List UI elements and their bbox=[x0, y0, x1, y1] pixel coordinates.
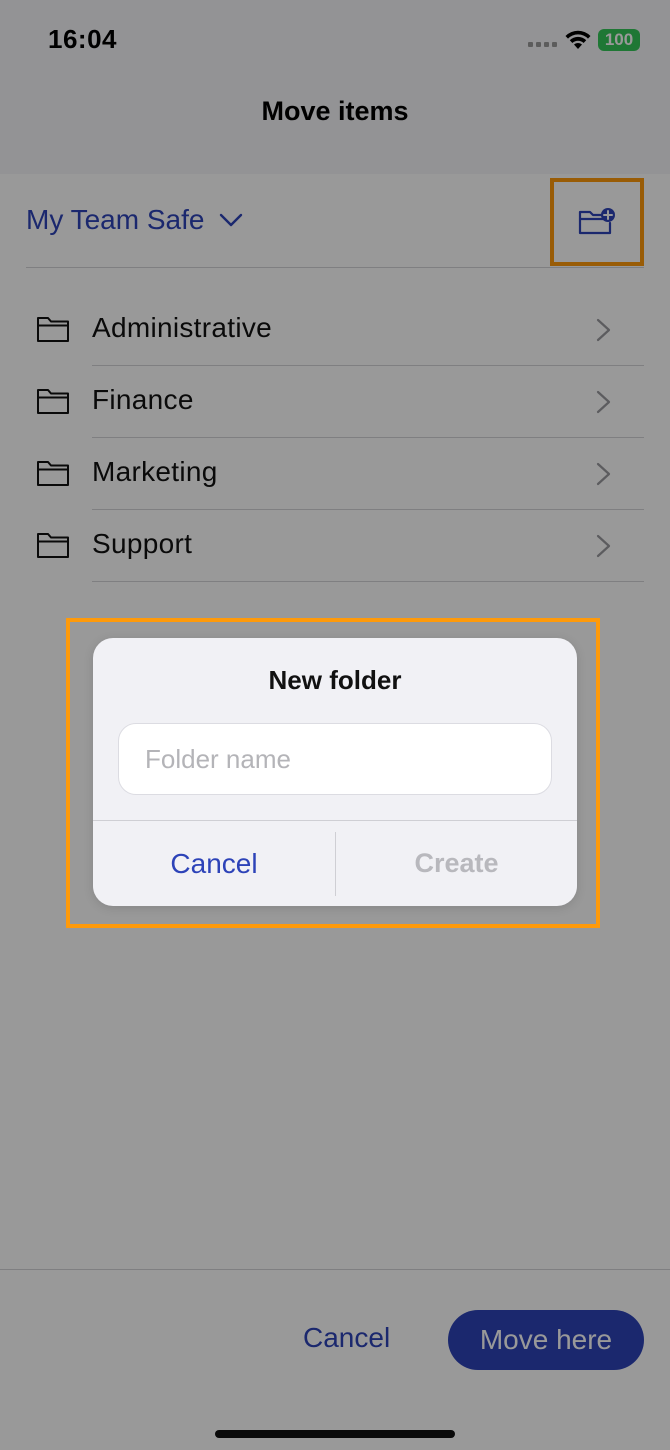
move-items-screen: 16:04 100 Move items My Team Safe Admini… bbox=[0, 0, 670, 1450]
dialog-create-button[interactable]: Create bbox=[336, 821, 577, 906]
dialog-cancel-button[interactable]: Cancel bbox=[93, 821, 335, 906]
dialog-title: New folder bbox=[268, 665, 402, 695]
new-folder-dialog: New folder Cancel Create bbox=[93, 638, 577, 906]
folder-name-input[interactable] bbox=[118, 723, 552, 795]
